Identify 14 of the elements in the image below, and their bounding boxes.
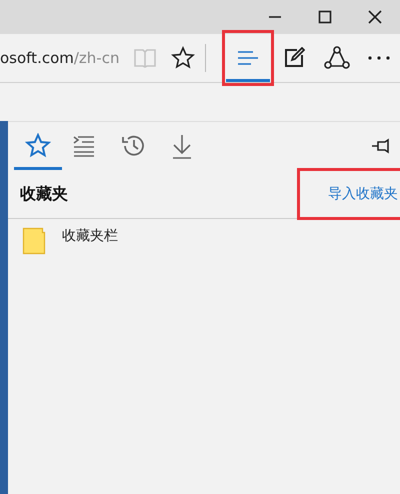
close-icon: [368, 10, 382, 24]
folder-item[interactable]: 收藏夹栏: [62, 227, 118, 245]
pen-square-icon: [283, 47, 306, 69]
star-icon: [25, 133, 51, 159]
ellipsis-icon: [366, 55, 391, 61]
maximize-icon: [318, 10, 332, 24]
pin-icon: [371, 136, 391, 156]
star-icon: [171, 46, 196, 70]
download-icon: [171, 133, 193, 159]
panel-title: 收藏夹: [20, 184, 68, 204]
import-favorites-link[interactable]: 导入收藏夹: [300, 171, 400, 217]
address-text[interactable]: osoft.com/zh-cn: [0, 48, 120, 68]
book-icon: [132, 47, 157, 69]
share-icon: [324, 45, 350, 71]
